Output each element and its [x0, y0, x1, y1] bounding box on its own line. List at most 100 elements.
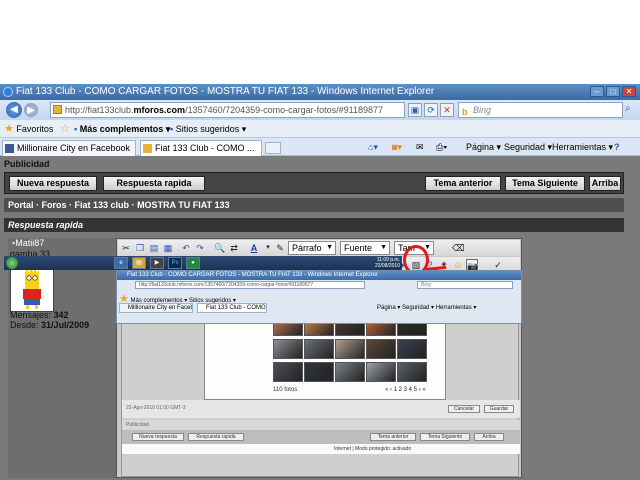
favorites-button[interactable]: ★ Favoritos: [4, 120, 53, 138]
photo-thumbnail[interactable]: [366, 339, 396, 359]
photo-thumbnail[interactable]: [397, 339, 427, 359]
editor-footer-row: 22-Ago-2010 01:00 GMT-3 Cancelar Guardar: [122, 400, 520, 418]
publicidad-label: Publicidad: [4, 159, 50, 169]
nested-address-input[interactable]: http://fiat133club.mforos.com/1357460/72…: [135, 281, 365, 289]
photo-thumbnail[interactable]: [397, 362, 427, 382]
maximize-button[interactable]: □: [606, 86, 620, 97]
start-orb-icon[interactable]: [6, 257, 18, 269]
username[interactable]: ▪Matii87: [12, 238, 44, 248]
tab-millionaire-city[interactable]: Millionaire City en Facebook: [2, 140, 136, 156]
next-topic-button[interactable]: Tema Siguiente: [505, 176, 585, 191]
bing-icon: b: [462, 107, 468, 117]
forward-button[interactable]: ▶: [24, 103, 38, 117]
mini-top-button[interactable]: Arriba: [474, 433, 504, 441]
copy-icon[interactable]: ❐: [134, 242, 146, 254]
url-prefix: http://fiat133club.: [65, 105, 134, 115]
gallery-pager[interactable]: « ‹ 1 2 3 4 5 › »: [385, 387, 426, 393]
new-tab-button[interactable]: [265, 142, 281, 154]
quick-reply-header: Respuesta rapida: [4, 218, 624, 232]
search-input[interactable]: b Bing: [458, 102, 623, 118]
text-color-dropdown-icon[interactable]: ▾: [262, 242, 274, 254]
background-color-icon[interactable]: ✎: [274, 242, 286, 254]
more-addons-button[interactable]: ▪ Más complementos ▾: [74, 120, 170, 138]
help-icon[interactable]: ?: [614, 140, 620, 154]
media-taskbar-icon[interactable]: ▶: [150, 257, 164, 269]
replace-icon[interactable]: ⇄: [228, 242, 240, 254]
post-date-text: 22-Ago-2010 01:00 GMT-3: [126, 405, 186, 411]
photo-thumbnail[interactable]: [335, 339, 365, 359]
breadcrumb-fiat-133-club[interactable]: Fiat 133 club: [75, 200, 130, 210]
cancel-button[interactable]: Cancelar: [448, 405, 480, 413]
add-favorite-icon[interactable]: ☆: [60, 120, 70, 138]
format-select[interactable]: Párrafo ▼: [288, 241, 336, 255]
page-menu[interactable]: Página ▾: [466, 140, 501, 154]
redo-icon[interactable]: ↷: [194, 242, 206, 254]
text-color-icon[interactable]: A: [248, 242, 260, 254]
photo-thumbnail[interactable]: [304, 362, 334, 382]
mini-new-reply-button[interactable]: Nueva respuesta: [132, 433, 184, 441]
breadcrumb-portal[interactable]: Portal: [8, 200, 34, 210]
address-bar-row: ◀ ▶ http://fiat133club.mforos.com/135746…: [0, 100, 640, 120]
photo-thumbnail[interactable]: [304, 339, 334, 359]
previous-topic-button[interactable]: Tema anterior: [425, 176, 501, 191]
nested-command-bar[interactable]: Página ▾ Seguridad ▾ Herramientas ▾: [377, 304, 476, 311]
mini-status-text: Internet | Modo protegido: activado: [334, 446, 412, 452]
explorer-taskbar-icon[interactable]: ▤: [132, 257, 146, 269]
paste-text-icon[interactable]: ▦: [162, 242, 174, 254]
breadcrumb: Portal · Foros · Fiat 133 club · MOSTRA …: [4, 198, 624, 212]
mini-prev-topic-button[interactable]: Tema anterior: [370, 433, 416, 441]
read-mail-icon[interactable]: ✉: [416, 140, 424, 154]
refresh-icon[interactable]: ⟳: [424, 103, 438, 117]
mini-button-bar: Nueva respuesta Respuesta rapida Tema an…: [122, 430, 520, 444]
save-button[interactable]: Guardar: [484, 405, 514, 413]
font-select[interactable]: Fuente ▼: [340, 241, 390, 255]
url-domain: mforos.com: [133, 105, 186, 115]
compatibility-view-icon[interactable]: ▣: [408, 103, 422, 117]
photo-thumbnail[interactable]: [273, 362, 303, 382]
home-icon[interactable]: ⌂▾: [368, 140, 378, 154]
window-title: Fiat 133 Club - COMO CARGAR FOTOS - MOST…: [16, 86, 435, 97]
favorites-bar: ★ Favoritos ☆ ▪ Más complementos ▾ ▪ Sit…: [0, 120, 640, 138]
photo-thumbnail[interactable]: [366, 362, 396, 382]
ie-taskbar-icon[interactable]: e: [114, 257, 128, 269]
back-button[interactable]: ◀: [6, 102, 22, 118]
address-input[interactable]: http://fiat133club.mforos.com/1357460/72…: [50, 102, 405, 118]
feeds-icon[interactable]: ◙▾: [392, 140, 402, 154]
tab-fiat-133-club[interactable]: Fiat 133 Club - COMO ...: [140, 140, 262, 156]
tools-menu[interactable]: Herramientas ▾: [552, 140, 613, 154]
nested-window-title: Fiat 133 Club - COMO CARGAR FOTOS - MOST…: [117, 271, 521, 280]
paste-icon[interactable]: ▤: [148, 242, 160, 254]
nested-tab-fiat-133-club[interactable]: Fiat 133 Club - COMO ...: [197, 303, 267, 313]
find-icon[interactable]: 🔍: [214, 242, 226, 254]
app-taskbar-icon[interactable]: ●: [186, 257, 200, 269]
breadcrumb-mostra-tu-fiat[interactable]: MOSTRA TU FIAT 133: [137, 200, 230, 210]
photo-thumbnail[interactable]: [335, 362, 365, 382]
page-icon: [53, 105, 62, 114]
breadcrumb-foros[interactable]: Foros: [42, 200, 67, 210]
undo-icon[interactable]: ↶: [180, 242, 192, 254]
search-placeholder: Bing: [473, 105, 492, 115]
message-count: 342: [53, 310, 69, 320]
mini-quick-reply-button[interactable]: Respuesta rapida: [188, 433, 244, 441]
cut-icon[interactable]: ✂: [120, 242, 132, 254]
print-icon[interactable]: ⎙▾: [436, 140, 447, 154]
mini-next-topic-button[interactable]: Tema Siguiente: [420, 433, 470, 441]
remove-format-icon[interactable]: ⌫: [452, 242, 465, 254]
user-panel: ▪Matii87 gamba 33 Mensajes: 342 Desde: 3…: [8, 238, 116, 478]
security-menu[interactable]: Seguridad ▾: [504, 140, 552, 154]
photo-thumbnail[interactable]: [273, 339, 303, 359]
top-button[interactable]: Arriba: [589, 176, 621, 191]
photoshop-taskbar-icon[interactable]: Ps: [168, 257, 182, 269]
minimize-button[interactable]: –: [590, 86, 604, 97]
search-icon[interactable]: ⌕: [625, 103, 637, 117]
close-button[interactable]: ✕: [622, 86, 636, 97]
suggested-sites-button[interactable]: ▪ Sitios sugeridos ▾: [170, 120, 246, 138]
mini-publicidad-row: Publicidad: [122, 420, 520, 430]
nested-search-input[interactable]: Bing: [417, 281, 513, 289]
quick-reply-button[interactable]: Respuesta rapida: [103, 176, 205, 191]
new-reply-button[interactable]: Nueva respuesta: [9, 176, 97, 191]
stop-icon[interactable]: ✕: [440, 103, 454, 117]
nested-tab-millionaire-city[interactable]: Millionaire City en Facebook: [119, 303, 193, 313]
window-title-bar: Fiat 133 Club - COMO CARGAR FOTOS - MOST…: [0, 84, 640, 100]
editor-toolbar-row-1: ✂ ❐ ▤ ▦ ↶ ↷ 🔍 ⇄ A ▾ ✎ Párrafo ▼ Fuente ▼ T…: [118, 240, 520, 256]
